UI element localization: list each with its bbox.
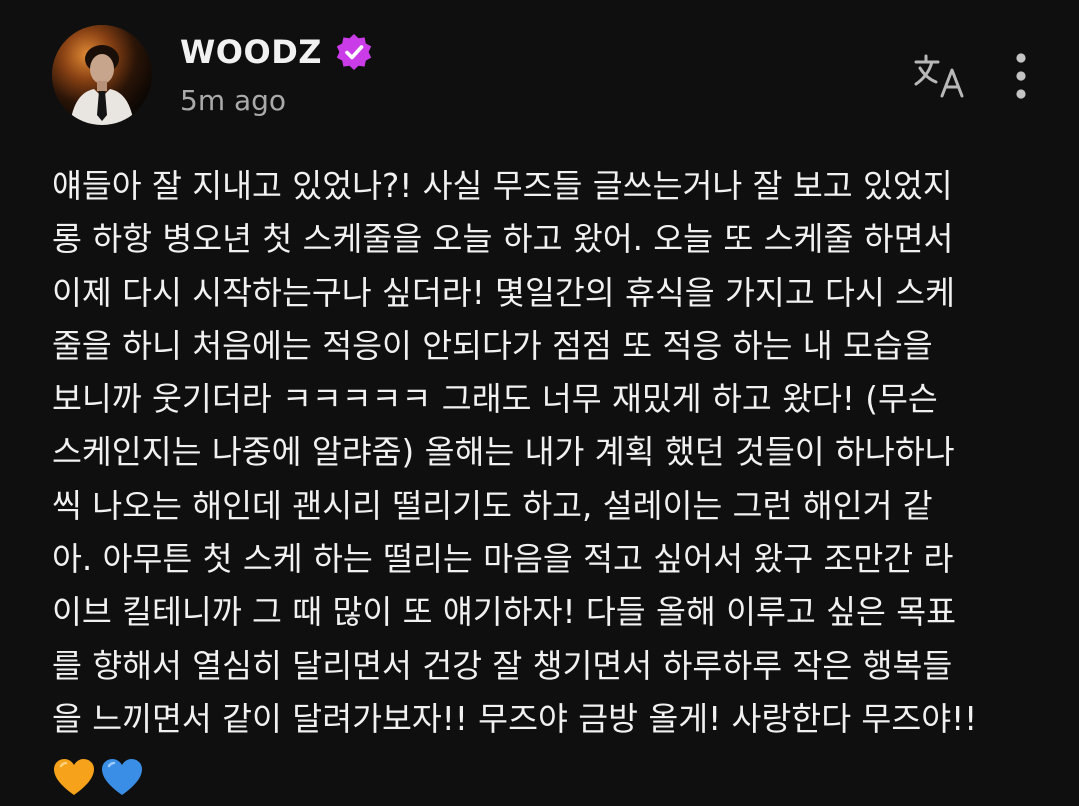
author-row: WOODZ [180,28,374,76]
community-post: WOODZ 5m ago 얘들아 잘 지내고 있었나?! 사실 무즈들 글쓰는거… [0,0,1079,806]
post-body-line: 이브 킬테니까 그 때 많이 또 얘기하자! 다들 올해 이루고 싶은 목표 [52,593,957,632]
more-options-icon[interactable] [1006,50,1036,102]
author-avatar[interactable] [52,25,152,125]
orange-heart-icon [52,757,96,797]
emoji-row [52,750,1042,803]
author-name[interactable]: WOODZ [180,33,322,71]
post-body-line: 를 향해서 열심히 달리면서 건강 잘 챙기면서 하루하루 작은 행복들 [52,646,953,685]
post-body-line: 을 느끼면서 같이 달려가보자!! 무즈야 금방 올게! 사랑한다 무즈야!! [52,699,978,738]
author-block: WOODZ 5m ago [180,28,374,117]
post-body-line: 보니까 웃기더라 ㅋㅋㅋㅋㅋ 그래도 너무 재밌게 하고 왔다! (무슨 [52,380,938,419]
blue-heart-icon [100,757,144,797]
post-body-line: 이제 다시 시작하는구나 싶더라! 몇일간의 휴식을 가지고 다시 스케 [52,273,955,312]
avatar-image [52,25,152,125]
post-timestamp: 5m ago [180,84,287,117]
post-body-line: 스케인지는 나중에 알랴줌) 올해는 내가 계획 했던 것들이 하나하나 [52,433,955,472]
post-body-line: 씩 나오는 해인데 괜시리 떨리기도 하고, 설레이는 그런 해인거 같 [52,486,933,525]
post-body-line: 줄을 하니 처음에는 적응이 안되다가 점점 또 적응 하는 내 모습을 [52,326,933,365]
post-body: 얘들아 잘 지내고 있었나?! 사실 무즈들 글쓰는거나 잘 보고 있었지 롱 … [52,160,1042,803]
post-body-line: 롱 하항 병오년 첫 스케줄을 오늘 하고 왔어. 오늘 또 스케줄 하면서 [52,220,954,259]
translate-icon[interactable] [912,52,968,100]
verified-badge-icon [334,32,374,72]
post-body-line: 아. 아무튼 첫 스케 하는 떨리는 마음을 적고 싶어서 왔구 조만간 라 [52,540,954,579]
post-body-line: 얘들아 잘 지내고 있었나?! 사실 무즈들 글쓰는거나 잘 보고 있었지 [52,167,953,205]
